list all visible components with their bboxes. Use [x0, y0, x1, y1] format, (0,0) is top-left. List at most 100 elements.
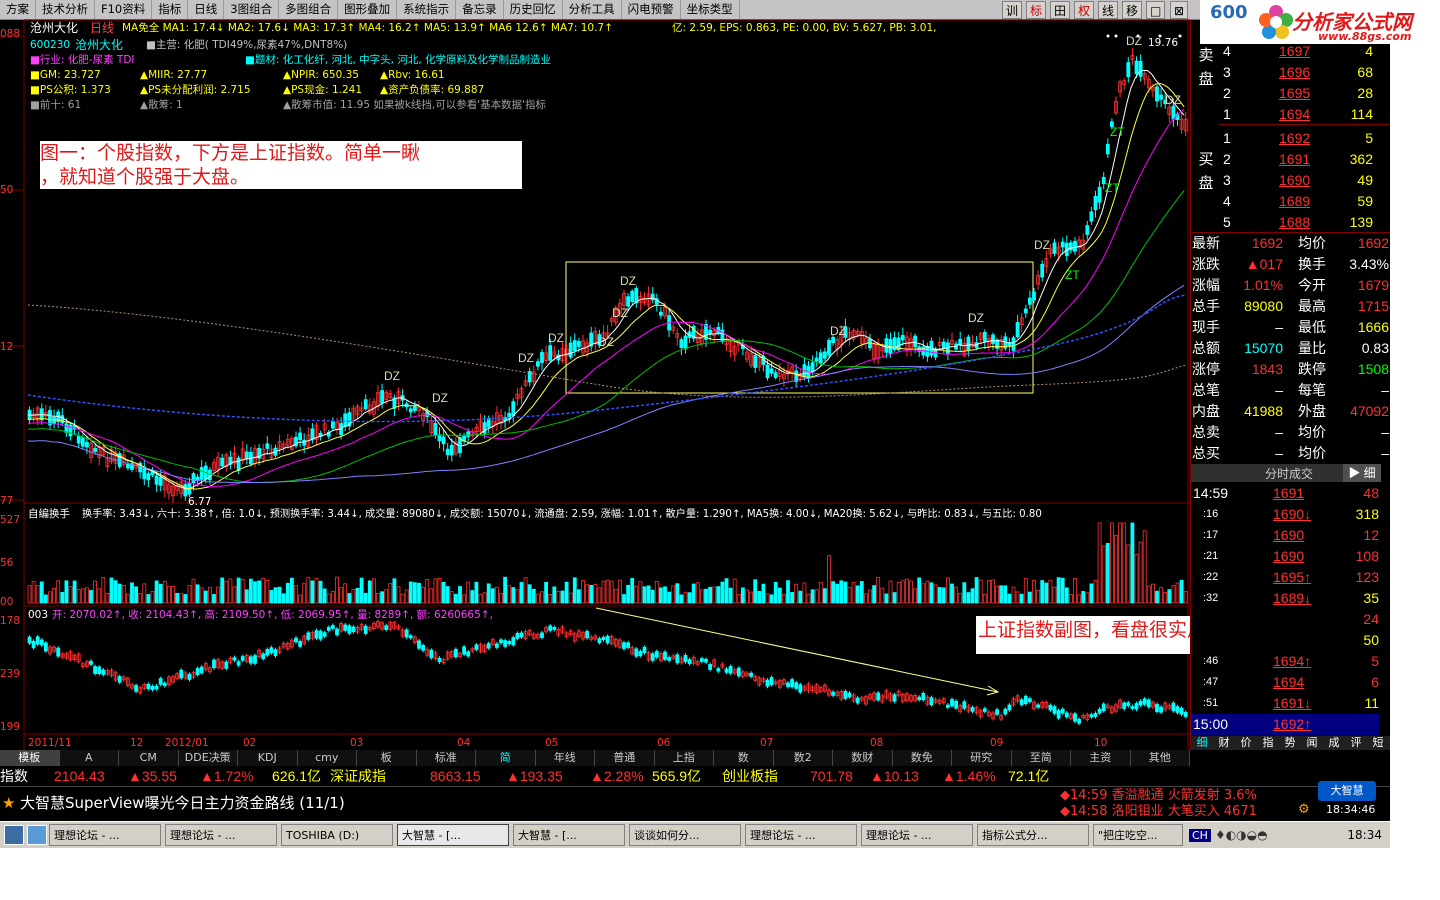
- index2-name[interactable]: 深证成指: [330, 768, 386, 784]
- index-candle: [453, 648, 458, 658]
- language-indicator[interactable]: CH: [1189, 828, 1211, 842]
- volume-bar: [171, 585, 175, 604]
- taskbar-item-7[interactable]: 理想论坛 - ...: [861, 824, 973, 846]
- volume-bar: [1155, 590, 1159, 604]
- volume-bar: [1167, 589, 1172, 604]
- tab-other[interactable]: 其他: [1131, 750, 1190, 766]
- tab-standard[interactable]: 标准: [417, 750, 476, 766]
- index-candle: [1159, 706, 1163, 713]
- time-label-3: 02: [243, 737, 257, 749]
- volume-bar: [253, 581, 257, 604]
- volume-bar: [966, 592, 971, 604]
- ask-row-3[interactable]: 3 1696 68: [1223, 62, 1383, 83]
- price-candle: [1093, 195, 1098, 211]
- volume-bar: [412, 582, 417, 604]
- news-alert-1[interactable]: ◆14:59 香溢融通 火箭发射 3.6%: [1060, 788, 1257, 803]
- ask-row-2[interactable]: 2 1695 28: [1223, 83, 1383, 104]
- volume-bar: [909, 580, 913, 604]
- price-candle: [1134, 60, 1139, 75]
- volume-bar: [749, 591, 753, 604]
- taskbar-item-6[interactable]: 理想论坛 - ...: [745, 824, 857, 846]
- tray-icons[interactable]: ♦◐◑◒◓: [1215, 828, 1268, 842]
- volume-bar: [1081, 591, 1086, 604]
- volume-bar: [921, 583, 926, 604]
- tab-board[interactable]: 板: [357, 750, 417, 766]
- news-alert-2[interactable]: ◆14:58 洛阳钼业 大笔买入 4671: [1060, 804, 1257, 819]
- tab-template[interactable]: 模板: [0, 750, 60, 766]
- taskbar-item-2[interactable]: TOSHIBA (D:): [281, 824, 393, 846]
- index-candle: [273, 649, 278, 657]
- idx-axis-3: 199: [0, 721, 21, 733]
- ticks-detail-button[interactable]: ▶ 细: [1343, 464, 1381, 482]
- index-candle: [1077, 718, 1081, 724]
- volume-bar: [597, 587, 602, 604]
- index-candle: [847, 692, 852, 698]
- rp-tab-index[interactable]: 指: [1257, 736, 1279, 750]
- rp-tab-news[interactable]: 闻: [1301, 736, 1323, 750]
- bid-row-1[interactable]: 1 1692 5: [1223, 128, 1383, 149]
- rp-tab-detail[interactable]: 细: [1191, 736, 1213, 750]
- tab-shucai[interactable]: 数财: [833, 750, 893, 766]
- marker-dot: [1136, 34, 1140, 38]
- volume-bar: [302, 582, 307, 604]
- rp-tab-short[interactable]: 短: [1367, 736, 1389, 750]
- taskbar-item-5[interactable]: 谈谈如何分...: [629, 824, 741, 846]
- index-candle: [314, 630, 319, 639]
- taskbar-item-9[interactable]: "把庄吃空...: [1093, 824, 1183, 846]
- tab-zhuzi[interactable]: 主资: [1071, 750, 1131, 766]
- tab-dde[interactable]: DDE决策: [179, 750, 238, 766]
- tab-kdj[interactable]: KDJ: [238, 750, 298, 766]
- bid-row-4[interactable]: 4 1689 59: [1223, 191, 1383, 212]
- rp-tab-finance[interactable]: 财: [1213, 736, 1235, 750]
- tab-shindex[interactable]: 上指: [655, 750, 714, 766]
- index1-name[interactable]: 指数: [0, 768, 28, 784]
- tab-cmy[interactable]: cmy: [298, 750, 357, 766]
- annotation-1-line2: ，就知道个股强于大盘。: [40, 166, 250, 188]
- volume-bar: [806, 593, 811, 604]
- bid-row-2[interactable]: 2 1691 362: [1223, 149, 1383, 170]
- period-label[interactable]: 日线: [90, 22, 114, 35]
- taskbar-item-1[interactable]: 理想论坛 - ...: [165, 824, 277, 846]
- price-candle: [823, 351, 827, 359]
- volume-bar: [630, 578, 635, 604]
- index-candle: [1089, 714, 1094, 718]
- volume-bar: [298, 594, 303, 604]
- ask-row-4[interactable]: 4 1697 4: [1223, 41, 1383, 62]
- tab-shumian[interactable]: 数免: [893, 750, 952, 766]
- volume-bar: [1159, 587, 1163, 604]
- index3-change: ▲10.13: [870, 768, 919, 784]
- taskbar-item-4[interactable]: 大智慧 - [...: [513, 824, 625, 846]
- gear-icon[interactable]: ⚙: [1298, 803, 1310, 817]
- index-candle: [330, 625, 335, 629]
- taskbar-item-3[interactable]: 大智慧 - [...: [397, 824, 509, 846]
- volume-bar: [269, 589, 274, 604]
- rp-tab-review[interactable]: 评: [1345, 736, 1367, 750]
- volume-bar: [982, 593, 987, 604]
- tab-shu2[interactable]: 数2: [774, 750, 833, 766]
- tick-row-selected[interactable]: 15:00 1692↑: [1191, 714, 1379, 735]
- index3-name[interactable]: 创业板指: [722, 768, 778, 784]
- news-headline[interactable]: 大智慧SuperView曝光今日主力资金路线 (11/1): [20, 794, 345, 812]
- index-candle: [642, 646, 647, 654]
- tab-yearline[interactable]: 年线: [536, 750, 595, 766]
- tab-zhijian[interactable]: 至简: [1012, 750, 1071, 766]
- ask-row-1[interactable]: 1 1694 114: [1223, 104, 1383, 125]
- tab-cm[interactable]: CM: [119, 750, 179, 766]
- index-candle: [474, 644, 479, 650]
- rp-tab-trend[interactable]: 势: [1279, 736, 1301, 750]
- idx-panel-values: 开: 2070.02↑, 收: 2104.43↑, 高: 2109.50↑, 低…: [52, 609, 493, 621]
- price-candle: [449, 444, 454, 456]
- bid-row-3[interactable]: 3 1690 49: [1223, 170, 1383, 191]
- tab-simple[interactable]: 简: [476, 750, 536, 766]
- rp-tab-price[interactable]: 价: [1235, 736, 1257, 750]
- tab-a[interactable]: A: [60, 750, 119, 766]
- bid-row-5[interactable]: 5 1688 139: [1223, 212, 1383, 233]
- taskbar-item-8[interactable]: 指标公式分...: [977, 824, 1089, 846]
- tab-shu[interactable]: 数: [714, 750, 774, 766]
- tab-research[interactable]: 研究: [952, 750, 1012, 766]
- rp-tab-deal[interactable]: 成: [1323, 736, 1345, 750]
- ie-icon[interactable]: [27, 825, 47, 845]
- taskbar-item-0[interactable]: 理想论坛 - ...: [49, 824, 161, 846]
- desktop-icon[interactable]: [4, 825, 24, 845]
- tab-normal[interactable]: 普通: [595, 750, 655, 766]
